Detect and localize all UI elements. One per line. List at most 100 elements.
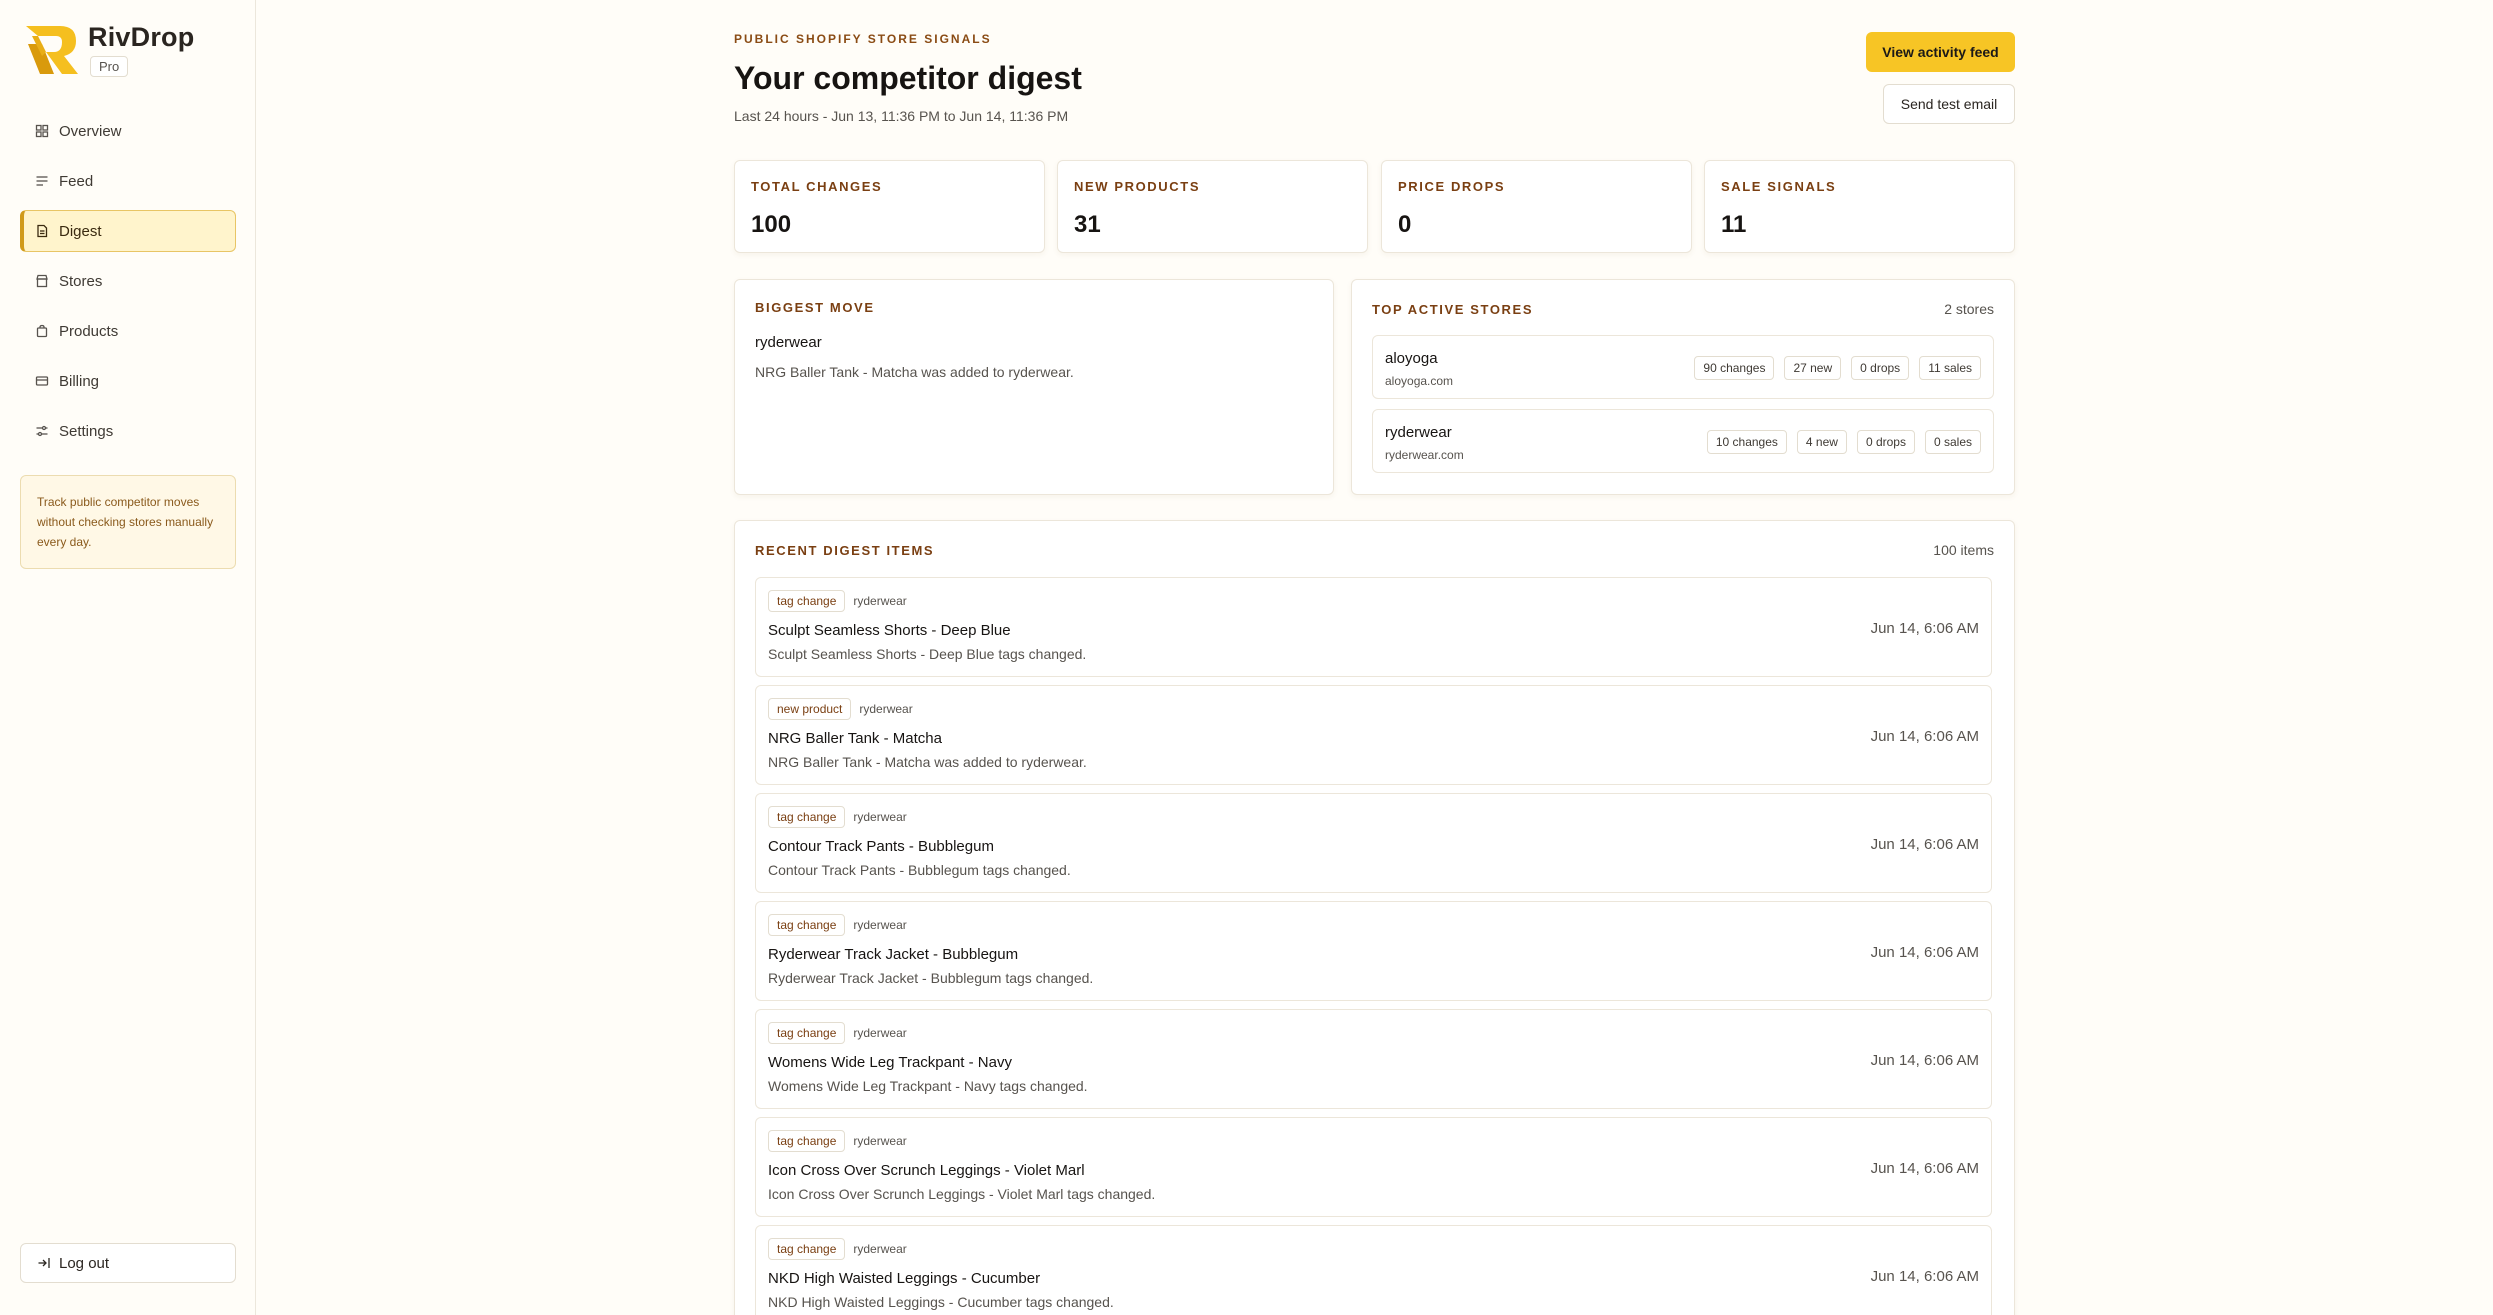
stat-value: 11 [1721,211,1747,238]
rivdrop-logo [26,26,78,74]
logout-label: Log out [59,1254,110,1272]
card-icon [35,374,49,388]
sidebar-item-stores[interactable]: Stores [20,260,236,302]
change-type-tag: new product [768,698,852,720]
store-row-aloyoga[interactable]: aloyoga aloyoga.com 90 changes 27 new 0 … [1372,335,1994,399]
list-icon [35,174,49,188]
drops-pill: 0 drops [1851,356,1910,380]
drops-pill: 0 drops [1856,430,1915,454]
sidebar-item-label: Feed [59,172,94,190]
item-description: Womens Wide Leg Trackpant - Navy tags ch… [768,1078,1088,1094]
stat-label: TOTAL CHANGES [751,179,883,194]
biggest-move-card: BIGGEST MOVE ryderwear NRG Baller Tank -… [734,279,1334,495]
item-title: NRG Baller Tank - Matcha [768,730,942,747]
recent-digest-count: 100 items [1933,542,1994,558]
logout-icon [37,1256,51,1270]
sidebar-item-products[interactable]: Products [20,310,236,352]
top-stores-label: TOP ACTIVE STORES [1372,302,1534,317]
store-name: aloyoga [1385,350,1438,367]
change-type-tag: tag change [768,914,846,936]
item-store: ryderwear [853,1134,907,1148]
sidebar-item-feed[interactable]: Feed [20,160,236,202]
item-title: Sculpt Seamless Shorts - Deep Blue [768,622,1011,639]
item-store: ryderwear [853,918,907,932]
item-timestamp: Jun 14, 6:06 AM [1870,728,1979,745]
sidebar-item-billing[interactable]: Billing [20,360,236,402]
sales-pill: 11 sales [1919,356,1981,380]
item-store: ryderwear [853,1242,907,1256]
stat-card-new-products: NEW PRODUCTS 31 [1057,160,1368,253]
biggest-move-store: ryderwear [755,334,822,351]
sidebar: RivDrop Pro Overview Feed Digest Stores … [0,0,256,1315]
sidebar-item-label: Billing [59,372,100,390]
item-description: Contour Track Pants - Bubblegum tags cha… [768,862,1071,878]
top-stores-count: 2 stores [1944,301,1994,317]
stat-value: 31 [1074,211,1101,238]
stat-label: NEW PRODUCTS [1074,179,1201,194]
item-description: Icon Cross Over Scrunch Leggings - Viole… [768,1186,1156,1202]
stat-label: PRICE DROPS [1398,179,1506,194]
stat-card-sale-signals: SALE SIGNALS 11 [1704,160,2015,253]
item-title: Ryderwear Track Jacket - Bubblegum [768,946,1019,963]
sidebar-item-label: Digest [59,222,102,240]
store-row-ryderwear[interactable]: ryderwear ryderwear.com 10 changes 4 new… [1372,409,1994,473]
document-icon [35,224,49,238]
item-title: Womens Wide Leg Trackpant - Navy [768,1054,1012,1071]
sidebar-item-label: Products [59,322,119,340]
logout-button[interactable]: Log out [20,1243,236,1283]
sliders-icon [35,424,49,438]
item-timestamp: Jun 14, 6:06 AM [1870,944,1979,961]
digest-item[interactable]: new product ryderwear NRG Baller Tank - M… [755,685,1992,785]
item-description: NKD High Waisted Leggings - Cucumber tag… [768,1294,1114,1310]
stat-card-total-changes: TOTAL CHANGES 100 [734,160,1045,253]
biggest-move-description: NRG Baller Tank - Matcha was added to ry… [755,364,1074,380]
app-name: RivDrop [88,22,195,52]
item-timestamp: Jun 14, 6:06 AM [1870,1268,1979,1285]
view-activity-feed-button[interactable]: View activity feed [1866,32,2015,72]
digest-item[interactable]: tag change ryderwear Sculpt Seamless Shor… [755,577,1992,677]
stat-label: SALE SIGNALS [1721,179,1837,194]
item-timestamp: Jun 14, 6:06 AM [1870,620,1979,637]
item-timestamp: Jun 14, 6:06 AM [1870,1052,1979,1069]
item-timestamp: Jun 14, 6:06 AM [1870,1160,1979,1177]
sidebar-tip: Track public competitor moves without ch… [20,475,236,569]
changes-pill: 10 changes [1706,430,1787,454]
item-timestamp: Jun 14, 6:06 AM [1870,836,1979,853]
item-description: Ryderwear Track Jacket - Bubblegum tags … [768,970,1094,986]
item-store: ryderwear [859,702,913,716]
change-type-tag: tag change [768,1022,846,1044]
changes-pill: 90 changes [1694,356,1775,380]
sidebar-item-digest[interactable]: Digest [20,210,236,252]
send-test-email-button[interactable]: Send test email [1883,84,2015,124]
item-store: ryderwear [853,810,907,824]
bag-icon [35,324,49,338]
page-title: Your competitor digest [734,60,1082,96]
change-type-tag: tag change [768,1130,846,1152]
change-type-tag: tag change [768,1238,846,1260]
item-title: NKD High Waisted Leggings - Cucumber [768,1270,1041,1287]
sidebar-item-label: Stores [59,272,103,290]
sidebar-item-label: Overview [59,122,122,140]
digest-item[interactable]: tag change ryderwear NKD High Waisted Leg… [755,1225,1992,1315]
digest-item[interactable]: tag change ryderwear Contour Track Pants … [755,793,1992,893]
digest-item[interactable]: tag change ryderwear Ryderwear Track Jack… [755,901,1992,1001]
item-store: ryderwear [853,1026,907,1040]
digest-item[interactable]: tag change ryderwear Icon Cross Over Scru… [755,1117,1992,1217]
sales-pill: 0 sales [1924,430,1981,454]
store-icon [35,274,49,288]
item-title: Icon Cross Over Scrunch Leggings - Viole… [768,1162,1085,1179]
sidebar-item-settings[interactable]: Settings [20,410,236,452]
page-eyebrow: PUBLIC SHOPIFY STORE SIGNALS [734,32,992,46]
stat-card-price-drops: PRICE DROPS 0 [1381,160,1692,253]
digest-item[interactable]: tag change ryderwear Womens Wide Leg Trac… [755,1009,1992,1109]
store-name: ryderwear [1385,424,1452,441]
page-subtitle: Last 24 hours - Jun 13, 11:36 PM to Jun … [734,108,1069,124]
brand[interactable]: RivDrop Pro [24,22,194,78]
sidebar-nav: Overview Feed Digest Stores Products Bil… [20,110,236,460]
sidebar-item-overview[interactable]: Overview [20,110,236,152]
recent-digest-label: RECENT DIGEST ITEMS [755,543,935,558]
change-type-tag: tag change [768,806,846,828]
item-title: Contour Track Pants - Bubblegum [768,838,994,855]
store-domain: aloyoga.com [1385,374,1454,388]
stat-value: 0 [1398,211,1412,238]
